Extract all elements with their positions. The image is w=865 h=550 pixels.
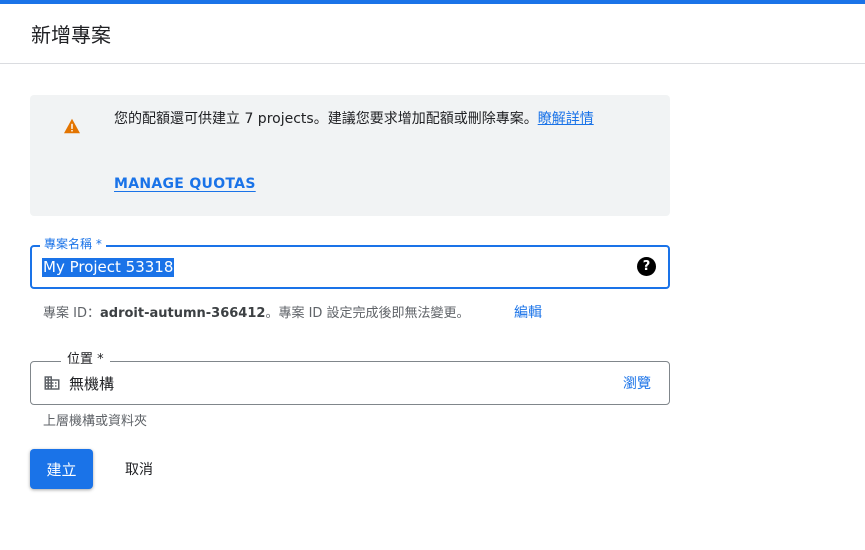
project-id-value: adroit-autumn-366412 (99, 306, 266, 321)
create-button[interactable]: 建立 (30, 449, 93, 489)
page-header: 新增專案 (0, 4, 865, 64)
quota-message-text: 您的配額還可供建立 7 projects。建議您要求增加配額或刪除專案。 (114, 111, 538, 127)
project-name-label: 專案名稱 * (40, 236, 106, 252)
organization-icon (44, 376, 60, 390)
browse-button[interactable]: 瀏覽 (623, 373, 651, 393)
project-name-field[interactable]: 專案名稱 * My Project 53318 ? (30, 236, 670, 289)
project-id-info: 專案 ID：adroit-autumn-366412。專案 ID 設定完成後即無… (43, 302, 470, 321)
location-value: 無機構 (69, 375, 115, 393)
project-name-input[interactable]: My Project 53318 (42, 258, 175, 277)
location-field[interactable]: 位置 * 無機構 瀏覽 (30, 352, 670, 405)
edit-project-id-link[interactable]: 編輯 (514, 302, 542, 322)
project-id-prefix: 專案 ID： (43, 306, 100, 321)
project-id-note: 。專案 ID 設定完成後即無法變更。 (265, 306, 470, 321)
help-icon[interactable]: ? (637, 257, 656, 276)
quota-message: 您的配額還可供建立 7 projects。建議您要求增加配額或刪除專案。瞭解詳情 (114, 107, 654, 132)
manage-quotas-link[interactable]: MANAGE QUOTAS (114, 176, 256, 192)
warning-icon (64, 118, 80, 134)
quota-notice: 您的配額還可供建立 7 projects。建議您要求增加配額或刪除專案。瞭解詳情… (30, 95, 670, 216)
page-title: 新增專案 (31, 23, 111, 47)
cancel-button[interactable]: 取消 (110, 449, 168, 489)
learn-more-link[interactable]: 瞭解詳情 (538, 111, 594, 127)
location-hint: 上層機構或資料夾 (43, 414, 148, 429)
location-label: 位置 * (61, 352, 110, 368)
